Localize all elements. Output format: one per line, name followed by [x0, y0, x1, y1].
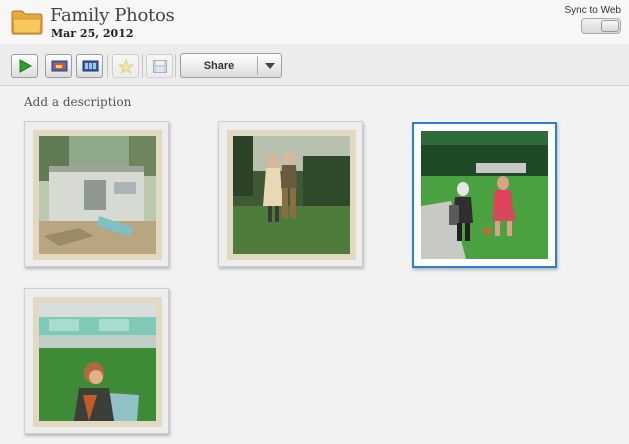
share-label: Share: [203, 60, 235, 72]
photo-men-sitting-lawn[interactable]: [419, 129, 550, 261]
photo-image: [39, 303, 156, 421]
save-button[interactable]: [146, 54, 173, 78]
toggle-knob[interactable]: [601, 20, 619, 32]
photo-tile-selected[interactable]: [412, 122, 557, 268]
album-description-placeholder[interactable]: Add a description: [24, 95, 131, 109]
favorite-button[interactable]: [112, 54, 139, 78]
photo-tile[interactable]: [24, 121, 169, 267]
album-header: Family Photos Mar 25, 2012 Sync to Web: [0, 0, 629, 44]
photo-image: [421, 131, 548, 259]
share-button[interactable]: Share: [180, 53, 282, 78]
photo-tile[interactable]: [24, 288, 169, 434]
chevron-down-icon[interactable]: [265, 63, 275, 69]
play-icon: [19, 59, 33, 73]
photo-couple-standing[interactable]: [227, 130, 356, 260]
photo-image: [39, 136, 156, 254]
star-icon: [118, 59, 134, 74]
photo-image: [233, 136, 350, 254]
photo-tile[interactable]: [218, 121, 363, 267]
photo-trailer-yard[interactable]: [33, 130, 162, 260]
album-title[interactable]: Family Photos: [50, 5, 175, 26]
toolbar-separator: [175, 54, 176, 78]
toolbar: Share: [0, 44, 629, 86]
folder-icon: [11, 10, 43, 35]
photo-woman-lawn-chair[interactable]: [33, 297, 162, 427]
sync-to-web-toggle[interactable]: [581, 18, 621, 34]
filmstrip-icon: [82, 60, 99, 72]
play-slideshow-button[interactable]: [11, 54, 38, 78]
share-divider: [257, 56, 258, 75]
album-date: Mar 25, 2012: [51, 27, 134, 40]
floppy-disk-icon: [153, 60, 167, 73]
edit-photo-button[interactable]: [45, 54, 72, 78]
toolbar-separator: [107, 54, 108, 78]
create-project-button[interactable]: [76, 54, 103, 78]
photo-edit-icon: [51, 60, 68, 72]
toolbar-separator: [142, 54, 143, 78]
sync-to-web-label: Sync to Web: [564, 5, 621, 16]
